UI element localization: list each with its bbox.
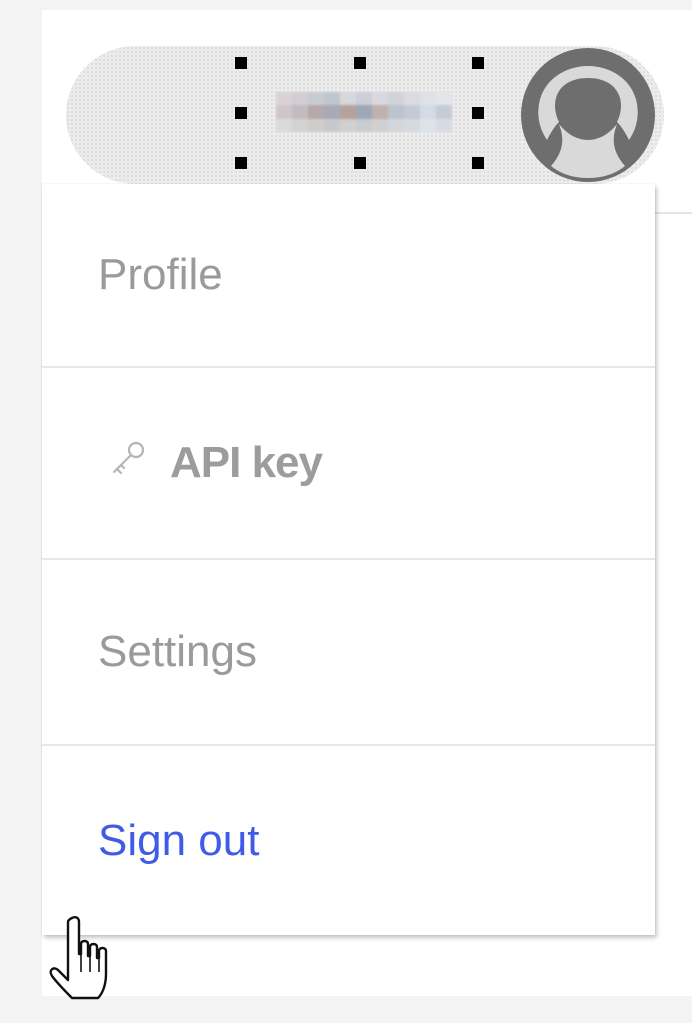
selection-handle[interactable] — [354, 157, 366, 169]
selection-handle[interactable] — [235, 57, 247, 69]
selection-handle[interactable] — [472, 57, 484, 69]
menu-item-label: Settings — [98, 627, 257, 676]
username-redacted — [276, 92, 452, 132]
avatar[interactable] — [521, 48, 655, 182]
selection-handle[interactable] — [472, 107, 484, 119]
account-dropdown-menu: Profile API key Settings Sign out — [42, 184, 655, 935]
frame-left — [0, 0, 42, 1023]
hand-pointer-icon — [49, 916, 108, 1000]
selection-handle[interactable] — [235, 157, 247, 169]
frame-top — [0, 0, 692, 10]
header-divider — [655, 212, 692, 214]
menu-item-label: API key — [170, 438, 323, 487]
selection-handle[interactable] — [235, 107, 247, 119]
key-icon — [108, 439, 148, 479]
selection-handle[interactable] — [354, 57, 366, 69]
selection-handle[interactable] — [472, 157, 484, 169]
menu-item-settings[interactable]: Settings — [42, 560, 655, 744]
menu-item-label: Profile — [98, 250, 223, 299]
menu-item-sign-out[interactable]: Sign out — [42, 746, 655, 935]
menu-item-profile[interactable]: Profile — [42, 184, 655, 366]
menu-item-label: Sign out — [98, 815, 260, 865]
user-silhouette-icon — [538, 66, 638, 178]
menu-item-api-key[interactable]: API key — [42, 368, 655, 558]
